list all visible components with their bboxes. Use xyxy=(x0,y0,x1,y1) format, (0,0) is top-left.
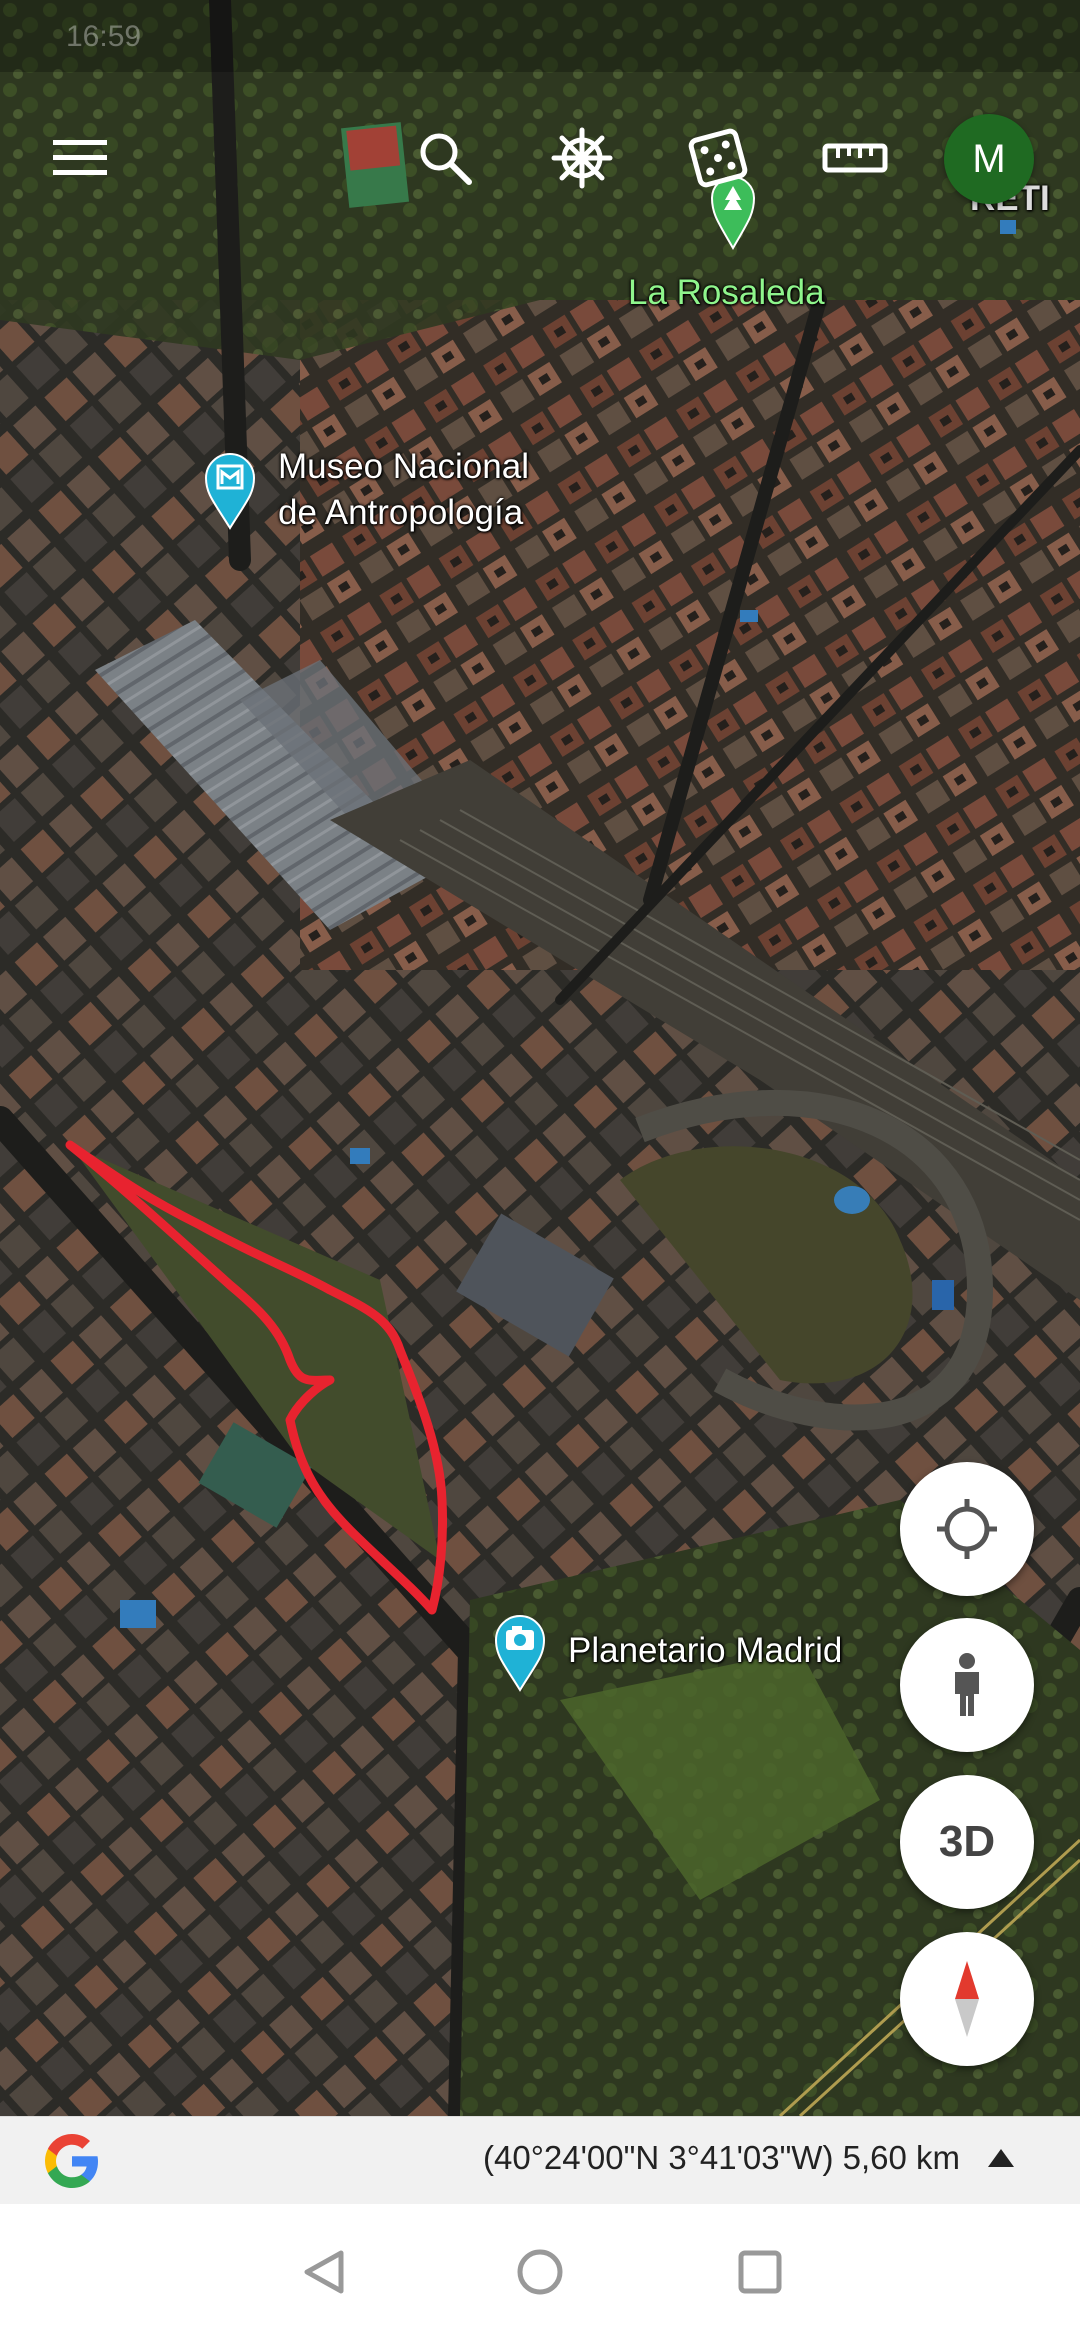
nav-recents-button[interactable] xyxy=(728,2240,792,2304)
status-bar: 16:59 xyxy=(0,0,1080,72)
place-label-la-rosaleda[interactable]: La Rosaleda xyxy=(628,270,825,316)
ship-wheel-icon xyxy=(551,127,613,189)
dice-icon xyxy=(688,128,748,188)
crosshair-icon xyxy=(937,1499,997,1559)
compass-button[interactable] xyxy=(900,1932,1034,2066)
place-label-museo-antropologia[interactable]: Museo Nacional de Antropología xyxy=(278,444,529,536)
status-time: 16:59 xyxy=(66,20,142,53)
my-location-button[interactable] xyxy=(900,1462,1034,1596)
measure-button[interactable] xyxy=(815,118,895,198)
museum-pin-icon[interactable] xyxy=(202,448,258,530)
feeling-lucky-button[interactable] xyxy=(678,118,758,198)
ruler-icon xyxy=(822,143,888,173)
street-view-button[interactable] xyxy=(900,1618,1034,1752)
nav-back-button[interactable] xyxy=(292,2240,356,2304)
caret-up-icon[interactable] xyxy=(986,2147,1016,2171)
home-circle-icon xyxy=(517,2249,563,2295)
pegman-icon xyxy=(955,1653,979,1716)
place-label-planetario[interactable]: Planetario Madrid xyxy=(568,1628,842,1674)
coordinates-readout[interactable]: (40°24'00"N 3°41'03"W) 5,60 km xyxy=(483,2139,960,2177)
toggle-3d-button[interactable]: 3D xyxy=(900,1775,1034,1909)
menu-button[interactable] xyxy=(40,118,120,198)
account-avatar[interactable]: M xyxy=(944,114,1034,204)
back-triangle-icon xyxy=(304,2250,344,2294)
search-icon xyxy=(420,133,472,185)
place-label-line-2: de Antropología xyxy=(278,493,524,532)
search-button[interactable] xyxy=(405,118,485,198)
google-g-logo xyxy=(45,2134,98,2188)
camera-pin-icon[interactable] xyxy=(492,1610,548,1692)
nav-home-button[interactable] xyxy=(508,2240,572,2304)
toggle-3d-label: 3D xyxy=(938,1817,996,1866)
recents-square-icon xyxy=(738,2250,782,2294)
place-label-line-1: Museo Nacional xyxy=(278,447,529,486)
info-bar: (40°24'00"N 3°41'03"W) 5,60 km xyxy=(0,2116,1080,2205)
compass-icon xyxy=(955,1961,979,2037)
system-nav-bar xyxy=(0,2204,1080,2340)
voyager-button[interactable] xyxy=(542,118,622,198)
hamburger-menu-icon xyxy=(53,140,107,175)
